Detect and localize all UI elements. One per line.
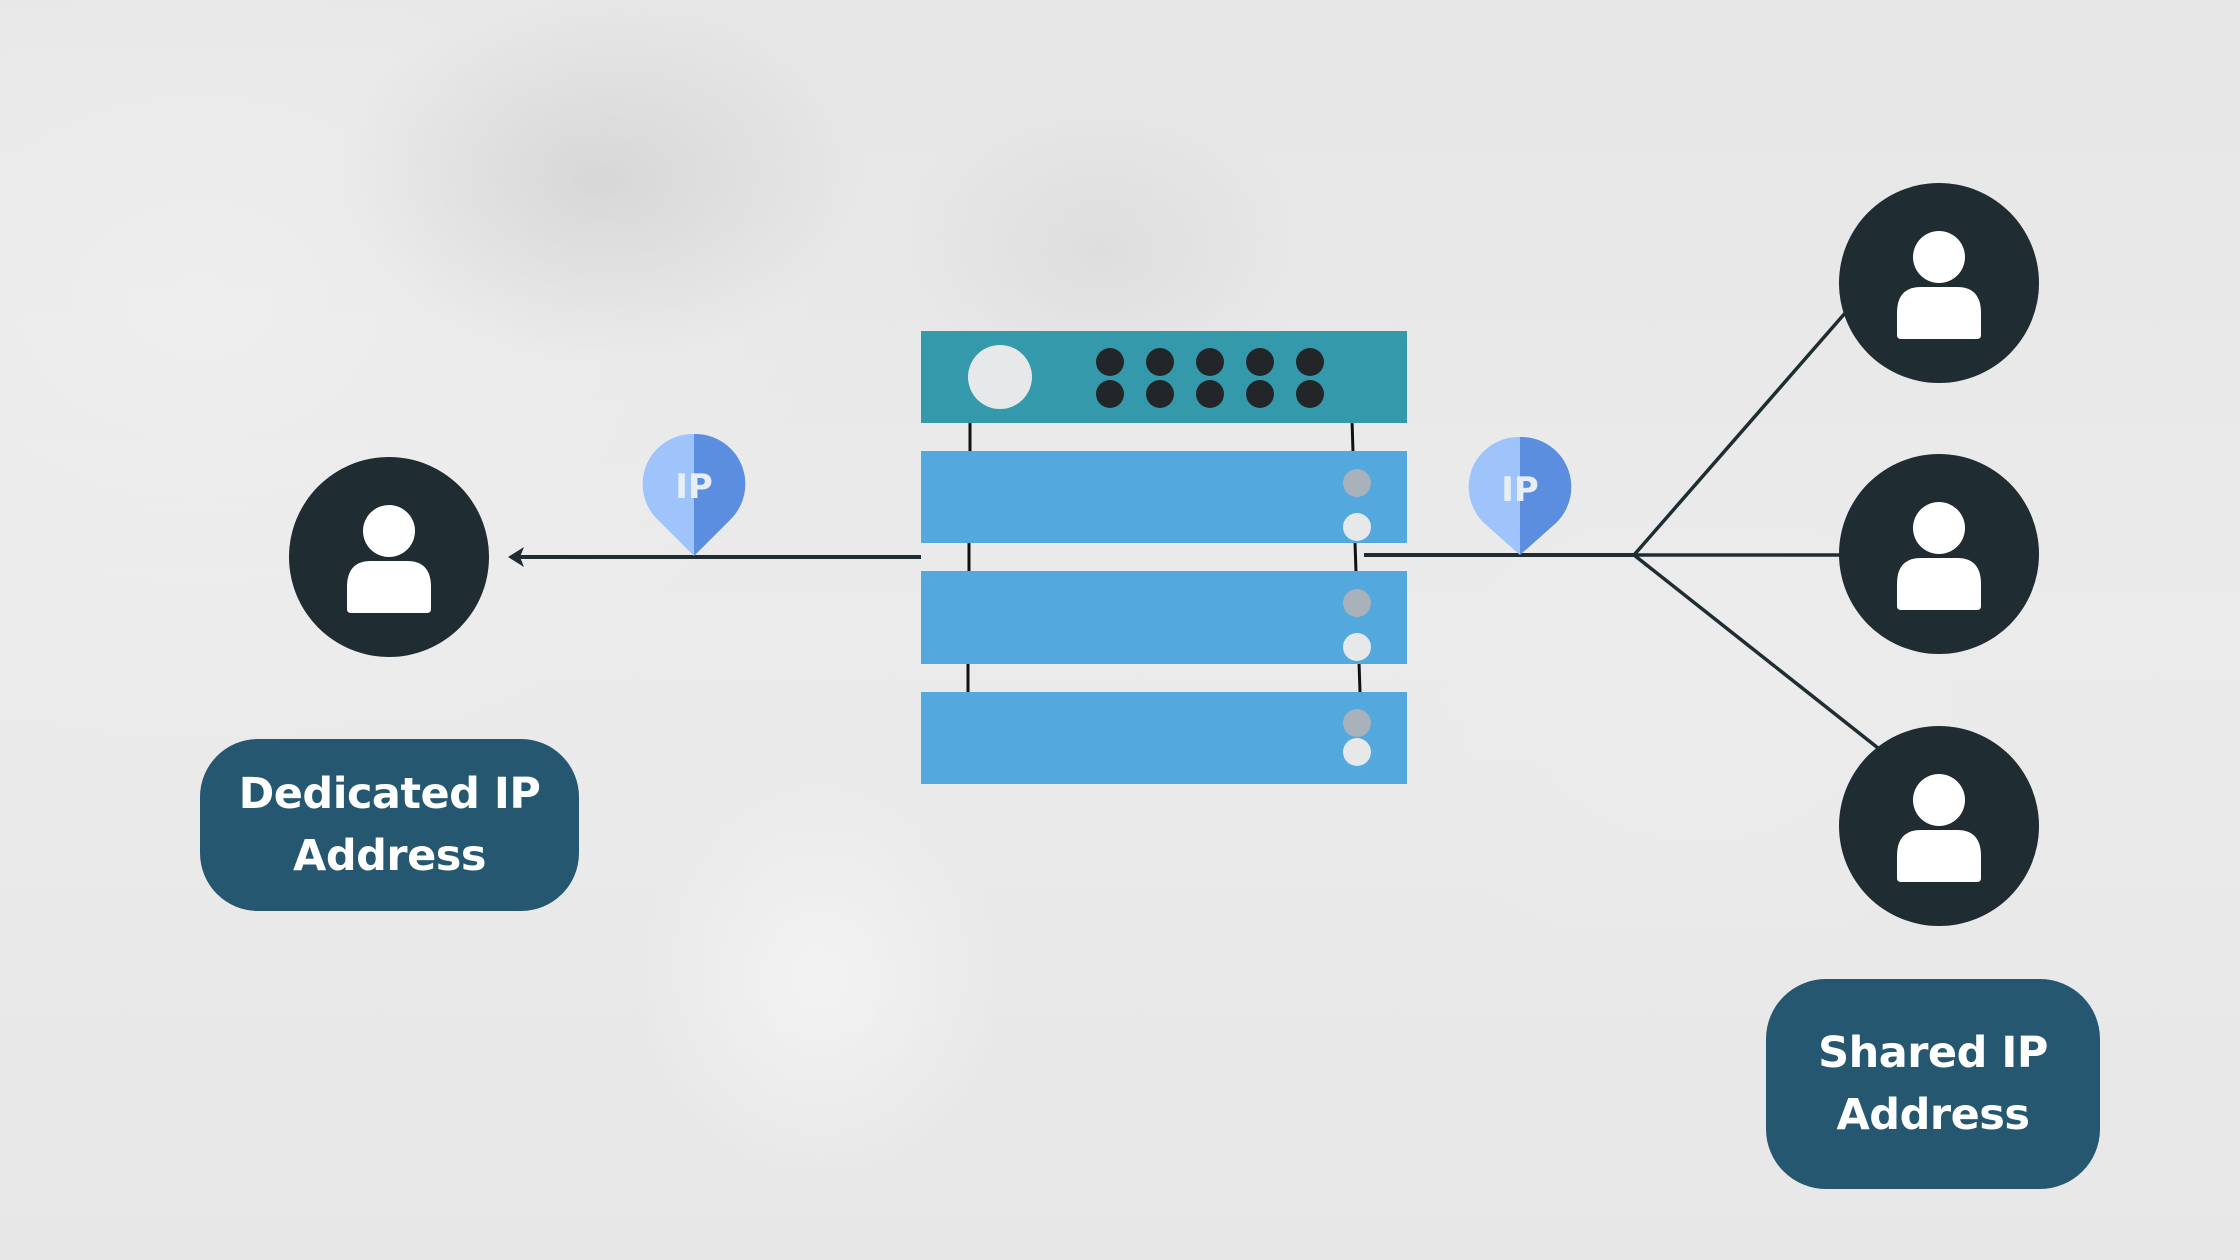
status-led bbox=[1343, 589, 1371, 617]
user-shared-3 bbox=[1839, 726, 2039, 926]
branch-to-user-3 bbox=[1632, 553, 1880, 750]
shared-ip-label: Shared IP Address bbox=[1766, 979, 2100, 1189]
ip-pin-icon-left: IP bbox=[642, 433, 746, 556]
branch-to-user-1 bbox=[1632, 310, 1848, 557]
user-shared-1 bbox=[1839, 183, 2039, 383]
shared-label-line1: Shared IP bbox=[1818, 1028, 2048, 1078]
user-dedicated bbox=[289, 457, 489, 657]
server-rack-2 bbox=[921, 571, 1407, 664]
dedicated-label-line1: Dedicated IP bbox=[238, 769, 541, 819]
right-connector bbox=[1364, 310, 1880, 750]
server-power-button bbox=[968, 345, 1032, 409]
server-rack-1 bbox=[921, 451, 1407, 543]
ip-pin-text: IP bbox=[675, 467, 713, 507]
dedicated-ip-label: Dedicated IP Address bbox=[200, 739, 579, 911]
left-connector bbox=[508, 547, 921, 567]
status-led bbox=[1343, 738, 1371, 766]
status-led bbox=[1343, 513, 1371, 541]
user-shared-2 bbox=[1839, 454, 2039, 654]
status-led bbox=[1343, 633, 1371, 661]
ip-pin-icon-right: IP bbox=[1468, 436, 1572, 555]
dedicated-label-line2: Address bbox=[293, 831, 486, 881]
ip-pin-text: IP bbox=[1501, 470, 1539, 510]
server-rack-3 bbox=[921, 692, 1407, 784]
shared-label-line2: Address bbox=[1836, 1090, 2030, 1140]
status-led bbox=[1343, 709, 1371, 737]
status-led bbox=[1343, 469, 1371, 497]
server-icon bbox=[921, 331, 1407, 784]
